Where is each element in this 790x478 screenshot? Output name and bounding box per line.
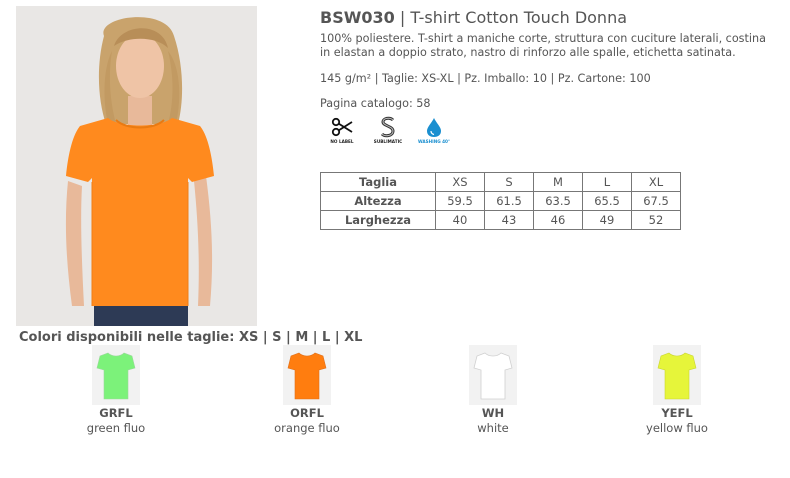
- tshirt-icon: [287, 352, 327, 400]
- catalog-page: Pagina catalogo: 58: [320, 97, 431, 110]
- feature-sublimatic: SUBLIMATIC: [368, 116, 408, 144]
- product-description: 100% poliestere. T-shirt a maniche corte…: [320, 32, 766, 59]
- product-specs: 145 g/m² | Taglie: XS-XL | Pz. Imballo: …: [320, 72, 651, 85]
- table-cell: 65.5: [582, 191, 632, 211]
- color-code: GRFL: [99, 406, 133, 420]
- row-label: Altezza: [320, 191, 436, 211]
- size-table-header: Taglia: [320, 172, 436, 192]
- row-label: Larghezza: [320, 210, 436, 230]
- size-table-header: L: [582, 172, 632, 192]
- table-cell: 43: [484, 210, 534, 230]
- table-row: Altezza 59.5 61.5 63.5 65.5 67.5: [320, 191, 681, 211]
- swatch-thumbnail: [469, 345, 517, 405]
- table-cell: 49: [582, 210, 632, 230]
- swatch-thumbnail: [283, 345, 331, 405]
- swatch-thumbnail: [653, 345, 701, 405]
- color-name: orange fluo: [274, 421, 340, 435]
- color-code: YEFL: [661, 406, 693, 420]
- size-table-header: XS: [435, 172, 485, 192]
- product-photo: [16, 6, 257, 326]
- jeans: [94, 306, 188, 326]
- feature-washing: WASHING 40°: [414, 116, 454, 144]
- tshirt-icon: [96, 352, 136, 400]
- feature-label: WASHING 40°: [417, 139, 451, 144]
- color-swatch-orange-fluo[interactable]: ORFL orange fluo: [247, 345, 367, 435]
- size-table-header: M: [533, 172, 583, 192]
- table-row: Larghezza 40 43 46 49 52: [320, 210, 681, 230]
- table-cell: 67.5: [631, 191, 681, 211]
- table-cell: 61.5: [484, 191, 534, 211]
- color-swatch-green-fluo[interactable]: GRFL green fluo: [56, 345, 176, 435]
- sublimatic-icon: [380, 116, 395, 138]
- table-cell: 46: [533, 210, 583, 230]
- table-cell: 40: [435, 210, 485, 230]
- color-code: ORFL: [290, 406, 324, 420]
- size-table-header: S: [484, 172, 534, 192]
- water-drop-icon: [427, 118, 441, 137]
- table-cell: 63.5: [533, 191, 583, 211]
- swatch-thumbnail: [92, 345, 140, 405]
- tshirt-icon: [473, 352, 513, 400]
- size-table-header-row: Taglia XS S M L XL: [320, 172, 681, 192]
- tshirt-icon: [657, 352, 697, 400]
- feature-no-label: NO LABEL: [322, 116, 362, 144]
- product-name: T-shirt Cotton Touch Donna: [410, 8, 628, 27]
- color-swatch-white[interactable]: WH white: [433, 345, 553, 435]
- feature-label: NO LABEL: [330, 139, 354, 144]
- table-cell: 59.5: [435, 191, 485, 211]
- product-code: BSW030: [320, 8, 395, 27]
- size-table: Taglia XS S M L XL Altezza 59.5 61.5 63.…: [320, 172, 681, 230]
- color-swatch-yellow-fluo[interactable]: YEFL yellow fluo: [617, 345, 737, 435]
- feature-label: SUBLIMATIC: [373, 139, 403, 144]
- model-illustration: [16, 6, 257, 326]
- colors-heading: Colori disponibili nelle taglie: XS | S …: [19, 330, 363, 345]
- color-code: WH: [481, 406, 505, 420]
- title-separator: |: [399, 8, 406, 27]
- size-table-header: XL: [631, 172, 681, 192]
- color-name: white: [477, 421, 509, 435]
- color-name: yellow fluo: [646, 421, 708, 435]
- product-title: BSW030 | T-shirt Cotton Touch Donna: [320, 8, 627, 27]
- color-name: green fluo: [86, 421, 146, 435]
- scissors-icon: [331, 117, 353, 137]
- table-cell: 52: [631, 210, 681, 230]
